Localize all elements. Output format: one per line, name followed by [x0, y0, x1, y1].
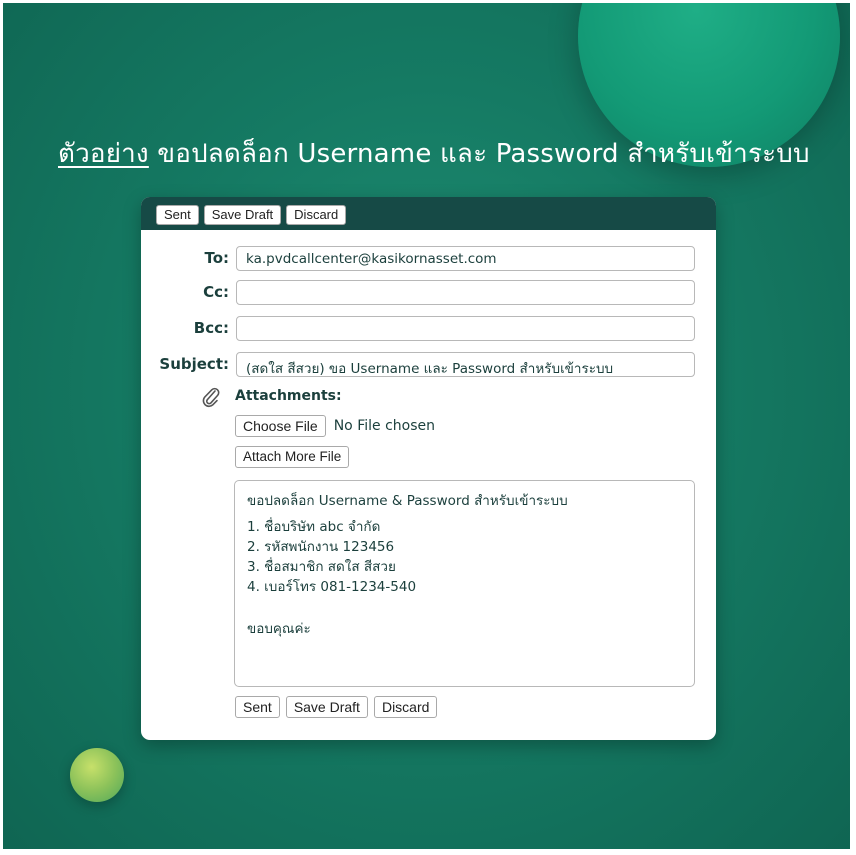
message-line: 2. รหัสพนักงาน 123456	[247, 539, 395, 555]
save-draft-button[interactable]: Save Draft	[203, 205, 282, 225]
message-line: 4. เบอร์โทร 081-1234-540	[247, 579, 417, 595]
message-closing: ขอบคุณค่ะ	[247, 621, 311, 637]
to-label: To:	[204, 249, 229, 267]
discard-button-bottom[interactable]: Discard	[373, 696, 438, 718]
bcc-field[interactable]	[236, 316, 695, 341]
attach-more-row: Attach More File	[235, 446, 354, 468]
border-left	[0, 0, 3, 855]
subject-field[interactable]: (สดใส สีสวย) ขอ Username และ Password สำ…	[236, 352, 695, 377]
message-heading: ขอปลดล็อก Username & Password สำหรับเข้า…	[247, 493, 568, 509]
sent-button[interactable]: Sent	[156, 205, 199, 225]
message-line: 3. ชื่อสมาชิก สดใส สีสวย	[247, 559, 396, 575]
cc-row: Cc:	[141, 280, 716, 305]
subject-label: Subject:	[159, 355, 229, 373]
border-bottom	[0, 849, 856, 855]
message-line: 1. ชื่อบริษัท abc จำกัด	[247, 519, 381, 535]
bottom-toolbar: Sent Save Draft Discard	[235, 696, 443, 718]
border-right	[850, 0, 856, 855]
compose-window: Sent Save Draft Discard To: ka.pvdcallcent…	[141, 197, 716, 740]
bcc-label: Bcc:	[193, 319, 229, 337]
bcc-row: Bcc:	[141, 316, 716, 341]
background: ตัวอย่าง ขอปลดล็อก Username และ Password…	[0, 0, 856, 855]
border-top	[0, 0, 856, 3]
to-row: To: ka.pvdcallcenter@kasikornasset.com	[141, 246, 716, 271]
attachments-label: Attachments:	[235, 388, 342, 404]
page-title: ตัวอย่าง ขอปลดล็อก Username และ Password…	[58, 133, 818, 174]
cc-label: Cc:	[203, 283, 229, 301]
file-chooser: Choose File No File chosen	[235, 415, 435, 437]
decorative-circle-small	[70, 748, 124, 802]
sent-button-bottom[interactable]: Sent	[235, 696, 280, 718]
subject-row: Subject: (สดใส สีสวย) ขอ Username และ Pa…	[141, 352, 716, 377]
top-toolbar: Sent Save Draft Discard	[141, 197, 716, 230]
cc-field[interactable]	[236, 280, 695, 305]
no-file-status: No File chosen	[333, 418, 435, 434]
message-body[interactable]: ขอปลดล็อก Username & Password สำหรับเข้า…	[234, 480, 695, 687]
discard-button[interactable]: Discard	[286, 205, 347, 225]
attach-more-file-button[interactable]: Attach More File	[235, 446, 350, 468]
to-field[interactable]: ka.pvdcallcenter@kasikornasset.com	[236, 246, 695, 271]
choose-file-button[interactable]: Choose File	[235, 415, 326, 437]
title-prefix: ตัวอย่าง	[58, 139, 149, 169]
paperclip-icon	[202, 387, 220, 408]
title-text: ขอปลดล็อก Username และ Password สำหรับเข…	[148, 139, 810, 169]
save-draft-button-bottom[interactable]: Save Draft	[285, 696, 368, 718]
